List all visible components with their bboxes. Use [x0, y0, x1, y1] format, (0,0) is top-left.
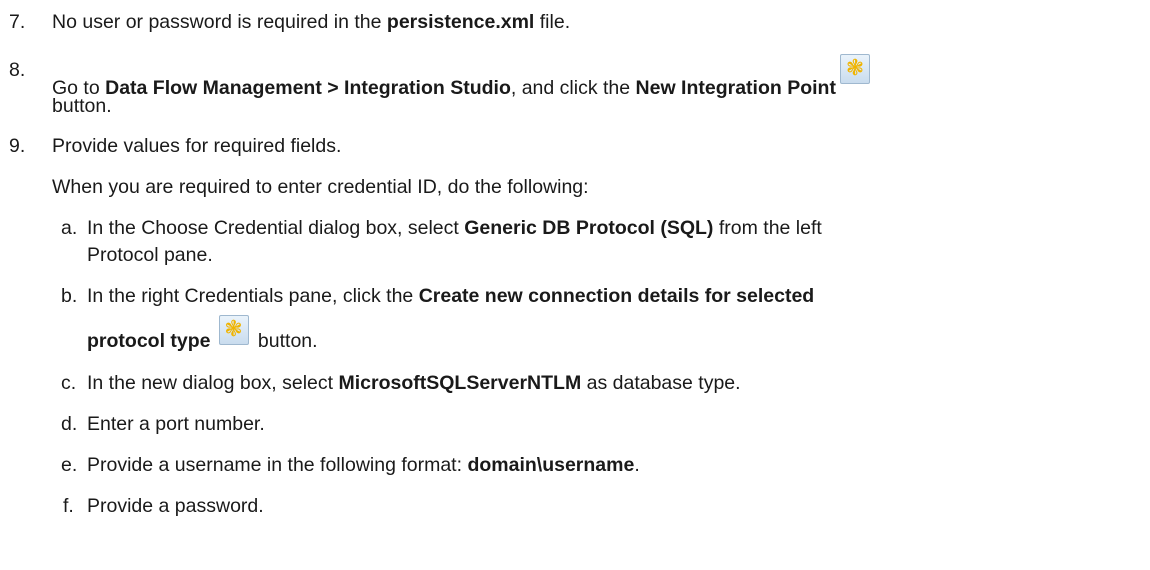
- step-number: 7.: [9, 11, 26, 33]
- substep-text-end: as database type.: [581, 372, 741, 394]
- button-name-bold: protocol type: [87, 330, 211, 352]
- substep-text: In the Choose Credential dialog box, sel…: [87, 217, 465, 239]
- substep-letter: e.: [61, 454, 78, 476]
- substep-text: Enter a port number.: [87, 413, 265, 435]
- db-type-bold: MicrosoftSQLServerNTLM: [338, 372, 582, 394]
- substep-text: In the new dialog box, select: [87, 372, 339, 394]
- step-text: button.: [52, 95, 112, 117]
- username-format-bold: domain\username: [467, 454, 635, 476]
- step-text: Provide values for required fields.: [52, 135, 342, 157]
- substep-letter: b.: [61, 285, 78, 307]
- step-text-end: file.: [534, 11, 571, 33]
- step-note: When you are required to enter credentia…: [52, 176, 589, 198]
- asterisk-new-icon: ❃: [839, 54, 870, 84]
- substep-text: Provide a username in the following form…: [87, 454, 468, 476]
- substep-text-end: .: [634, 454, 640, 476]
- step-number: 8.: [9, 59, 26, 81]
- substep-letter: d.: [61, 413, 78, 435]
- step-text-mid: , and click the: [510, 77, 636, 99]
- substep-text-end: button.: [252, 330, 318, 352]
- button-name-bold: New Integration Point: [635, 77, 836, 99]
- substep-text: Protocol pane.: [87, 244, 213, 266]
- substep-letter: c.: [61, 372, 77, 394]
- menu-path-bold: Data Flow Management > Integration Studi…: [105, 77, 511, 99]
- substep-text: In the right Credentials pane, click the: [87, 285, 419, 307]
- substep-text-end: from the left: [713, 217, 822, 239]
- substep-letter: a.: [61, 217, 78, 239]
- button-name-bold: Create new connection details for select…: [418, 285, 815, 307]
- protocol-bold: Generic DB Protocol (SQL): [464, 217, 714, 239]
- substep-text: Provide a password.: [87, 495, 264, 517]
- substep-letter: f.: [63, 495, 74, 517]
- step-text: No user or password is required in the: [52, 11, 387, 33]
- asterisk-new-icon: ❃: [218, 315, 249, 345]
- filename-bold: persistence.xml: [386, 11, 535, 33]
- step-number: 9.: [9, 135, 26, 157]
